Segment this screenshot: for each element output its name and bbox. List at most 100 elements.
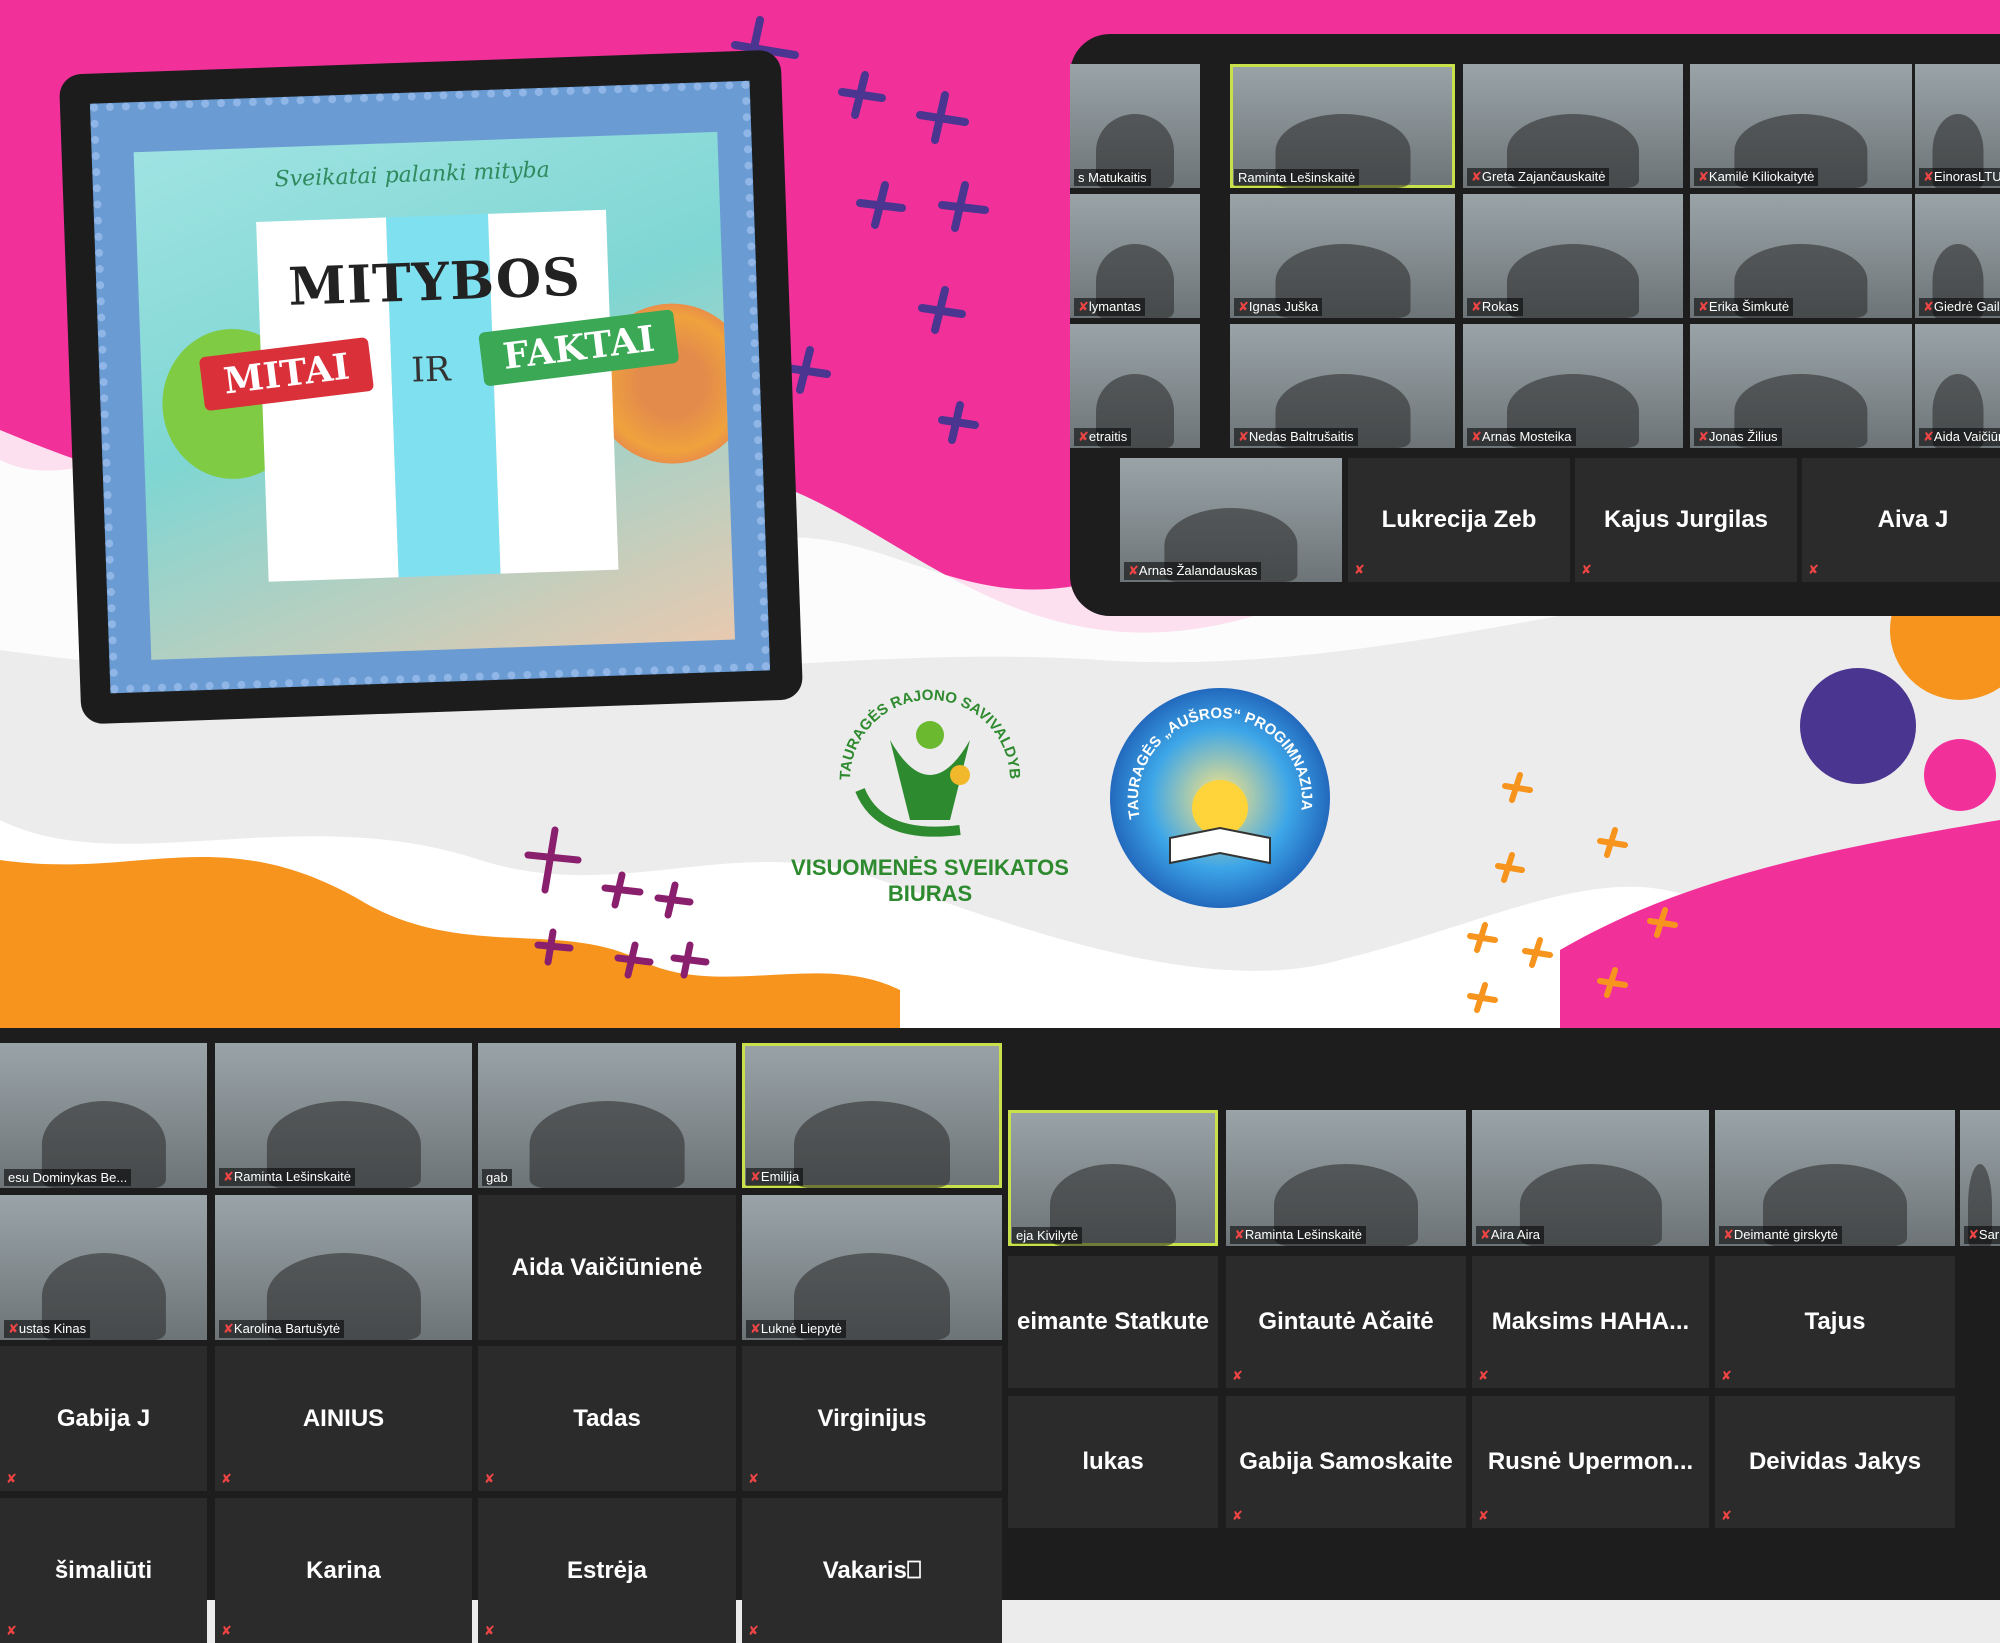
participant-tile[interactable]: eimante Statkute xyxy=(1008,1256,1218,1388)
muted-mic-icon: ✘ xyxy=(1721,1508,1732,1523)
participant-tile[interactable]: Aida Vaičiūnienė xyxy=(478,1195,736,1340)
participant-name: Kajus Jurgilas xyxy=(1603,506,1769,533)
participant-tile[interactable]: Giedrė Gail xyxy=(1915,194,2000,318)
participant-name: lymantas xyxy=(1074,298,1145,316)
participant-tile[interactable]: lukas xyxy=(1008,1396,1218,1528)
participant-tile[interactable]: gab xyxy=(478,1043,736,1188)
participant-name: Maksims HAHA... xyxy=(1491,1308,1690,1335)
participant-tile[interactable]: Raminta Lešinskaitė xyxy=(1226,1110,1466,1246)
participant-name: Aira Aira xyxy=(1476,1226,1545,1244)
participant-tile[interactable]: AINIUS ✘ xyxy=(215,1346,472,1491)
participant-name: Aida Vaičiūnie xyxy=(1919,428,2000,446)
participant-name: Kamilė Kiliokaitytė xyxy=(1694,168,1819,186)
participant-tile[interactable]: Gabija Samoskaite ✘ xyxy=(1226,1396,1466,1528)
svg-text:TAURAGĖS RAJONO SAVIVALDYBĖS: TAURAGĖS RAJONO SAVIVALDYBĖS xyxy=(820,640,1023,780)
participant-name: Gabija Samoskaite xyxy=(1239,1448,1453,1475)
participant-tile[interactable]: Arnas Žalandauskas xyxy=(1120,458,1342,582)
participant-tile[interactable]: eja Kivilytė xyxy=(1008,1110,1218,1246)
participant-name: Gintautė Ačaitė xyxy=(1258,1308,1434,1335)
participant-video xyxy=(529,1101,685,1188)
participant-tile[interactable]: Deimantė girskytė xyxy=(1715,1110,1955,1246)
participant-tile[interactable]: s Matukaitis xyxy=(1070,64,1200,188)
participant-tile[interactable]: Vakaris⎕ ✘ xyxy=(742,1498,1002,1643)
participant-tile[interactable]: Arnas Mosteika xyxy=(1463,324,1683,448)
participant-tile[interactable]: Raminta Lešinskaitė xyxy=(215,1043,472,1188)
participant-name: Deividas Jakys xyxy=(1748,1448,1922,1475)
participant-tile[interactable]: Gabija J ✘ xyxy=(0,1346,207,1491)
participant-name: Raminta Lešinskaitė xyxy=(1234,169,1360,186)
participant-tile[interactable]: Gintautė Ačaitė ✘ xyxy=(1226,1256,1466,1388)
participant-tile[interactable]: Tadas ✘ xyxy=(478,1346,736,1491)
video-grid-bottom-right: eja Kivilytė Raminta Lešinskaitė Aira Aira… xyxy=(1005,1028,2000,1600)
participant-tile[interactable]: Erika Šimkutė xyxy=(1690,194,1912,318)
participant-tile[interactable]: Rokas xyxy=(1463,194,1683,318)
participant-name: Karolina Bartušytė xyxy=(219,1320,345,1338)
participant-name: Virginijus xyxy=(817,1404,927,1432)
participant-name: Aida Vaičiūnienė xyxy=(511,1253,703,1281)
participant-video xyxy=(1507,243,1639,318)
participant-name: Ignas Juška xyxy=(1234,298,1323,316)
participant-tile[interactable]: Karina ✘ xyxy=(215,1498,472,1643)
poster-photo: Sveikatai palanki mityba MITYBOS MITAI I… xyxy=(133,131,735,660)
school-emblem: TAURAGĖS „AUŠROS“ PROGIMNAZIJA xyxy=(1125,705,1315,865)
participant-tile[interactable]: Kajus Jurgilas ✘ xyxy=(1575,458,1797,582)
participant-tile[interactable]: Jonas Žilius xyxy=(1690,324,1912,448)
participant-name: šimaliūti xyxy=(54,1556,153,1584)
participant-tile[interactable]: lymantas xyxy=(1070,194,1200,318)
muted-mic-icon: ✘ xyxy=(1232,1508,1243,1523)
muted-mic-icon: ✘ xyxy=(1478,1368,1489,1383)
participant-tile[interactable]: Kamilė Kiliokaitytė xyxy=(1690,64,1912,188)
participant-tile[interactable]: Virginijus ✘ xyxy=(742,1346,1002,1491)
participant-name: Nedas Baltrušaitis xyxy=(1234,428,1358,446)
muted-mic-icon: ✘ xyxy=(484,1471,495,1486)
participant-name: Greta Zajančauskaitė xyxy=(1467,168,1610,186)
muted-mic-icon: ✘ xyxy=(748,1471,759,1486)
participant-tile[interactable]: Rusnė Upermon... ✘ xyxy=(1472,1396,1709,1528)
participant-tile[interactable]: Aiva J ✘ xyxy=(1802,458,2000,582)
poster-subtitle: Sveikatai palanki mityba xyxy=(274,157,551,193)
participant-tile[interactable]: ustas Kinas xyxy=(0,1195,207,1340)
participant-tile[interactable]: esu Dominykas Be... xyxy=(0,1043,207,1188)
participant-tile[interactable]: Greta Zajančauskaitė xyxy=(1463,64,1683,188)
participant-name: AINIUS xyxy=(302,1404,385,1432)
participant-tile[interactable]: Emilija xyxy=(742,1043,1002,1188)
participant-name: Karina xyxy=(306,1556,381,1584)
participant-name: gab xyxy=(482,1169,512,1186)
muted-mic-icon: ✘ xyxy=(6,1623,17,1638)
participant-tile[interactable]: Sar xyxy=(1960,1110,2000,1246)
participant-tile[interactable]: Raminta Lešinskaitė xyxy=(1230,64,1455,188)
participant-tile[interactable]: Lukrecija Zeb ✘ xyxy=(1348,458,1570,582)
participant-name: Lukrecija Zeb xyxy=(1381,506,1537,533)
participant-tile[interactable]: Aida Vaičiūnie xyxy=(1915,324,2000,448)
health-bureau-ring-text: TAURAGĖS RAJONO SAVIVALDYBĖS xyxy=(815,627,1023,780)
participant-name: Luknė Liepytė xyxy=(746,1320,846,1338)
muted-mic-icon: ✘ xyxy=(1721,1368,1732,1383)
participant-tile[interactable]: Luknė Liepytė xyxy=(742,1195,1002,1340)
participant-name: etraitis xyxy=(1074,428,1132,446)
participant-tile[interactable]: Deividas Jakys ✘ xyxy=(1715,1396,1955,1528)
participant-tile[interactable]: Karolina Bartušytė xyxy=(215,1195,472,1340)
participant-name: Tadas xyxy=(573,1404,641,1432)
participant-name: esu Dominykas Be... xyxy=(4,1169,132,1186)
health-bureau-logo: TAURAGĖS RAJONO SAVIVALDYBĖS VISUOMENĖS … xyxy=(790,627,1070,907)
participant-tile[interactable]: etraitis xyxy=(1070,324,1200,448)
participant-tile[interactable]: Tajus ✘ xyxy=(1715,1256,1955,1388)
school-logo: TAURAGĖS „AUŠROS“ PROGIMNAZIJA xyxy=(1110,688,1330,908)
muted-mic-icon: ✘ xyxy=(221,1623,232,1638)
participant-tile[interactable]: Nedas Baltrušaitis xyxy=(1230,324,1455,448)
muted-mic-icon: ✘ xyxy=(221,1471,232,1486)
participant-name: s Matukaitis xyxy=(1074,169,1151,186)
participant-name: Vakaris⎕ xyxy=(822,1556,922,1584)
participant-name: Jonas Žilius xyxy=(1694,428,1782,446)
participant-tile[interactable]: šimaliūti ✘ xyxy=(0,1498,207,1643)
muted-mic-icon: ✘ xyxy=(1478,1508,1489,1523)
participant-name: lukas xyxy=(1082,1448,1144,1475)
participant-tile[interactable]: Aira Aira xyxy=(1472,1110,1709,1246)
participant-tile[interactable]: Maksims HAHA... ✘ xyxy=(1472,1256,1709,1388)
participant-tile[interactable]: Estrėja ✘ xyxy=(478,1498,736,1643)
participant-name: eja Kivilytė xyxy=(1012,1227,1083,1244)
participant-tile[interactable]: EinorasLTU xyxy=(1915,64,2000,188)
participant-tile[interactable]: Ignas Juška xyxy=(1230,194,1455,318)
muted-mic-icon: ✘ xyxy=(748,1623,759,1638)
participant-name: ustas Kinas xyxy=(4,1320,91,1338)
